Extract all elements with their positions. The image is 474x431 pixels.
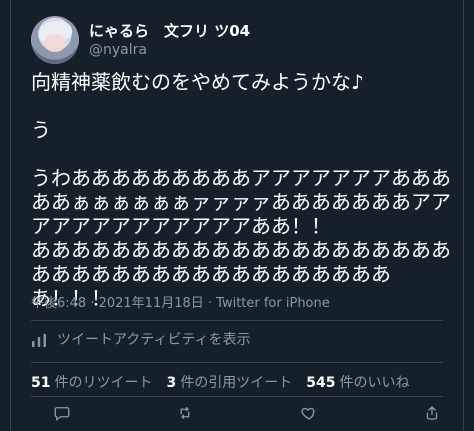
- like-count-number: 545: [306, 375, 336, 391]
- display-name[interactable]: にゃるら 文フリ ツ04: [89, 21, 250, 41]
- user-info: にゃるら 文フリ ツ04 @nyalra: [89, 21, 250, 60]
- quote-count-number: 3: [166, 375, 177, 391]
- retweet-icon: [176, 404, 194, 422]
- tweet-header: にゃるら 文フリ ツ04 @nyalra: [31, 16, 250, 64]
- tweet-actions: [49, 400, 445, 426]
- tweet-card: にゃるら 文フリ ツ04 @nyalra 向精神薬飲むのをやめてみようかな♪ う…: [10, 0, 464, 431]
- heart-icon: [300, 404, 318, 422]
- avatar[interactable]: [31, 16, 79, 64]
- reply-icon: [53, 404, 71, 422]
- tweet-text: 向精神薬飲むのをやめてみようかな♪ う うわあああああああああアアアアアアアああ…: [31, 70, 451, 310]
- divider-bottom: [31, 396, 443, 397]
- retweet-count[interactable]: 51 件のリツイート: [31, 374, 152, 392]
- retweet-count-number: 51: [31, 375, 51, 391]
- like-count-label: 件のいいね: [339, 375, 410, 391]
- retweet-count-label: 件のリツイート: [54, 375, 153, 391]
- like-button[interactable]: [296, 400, 322, 426]
- divider-middle: [31, 362, 443, 363]
- quote-count-label: 件の引用ツイート: [180, 375, 293, 391]
- divider-top: [31, 320, 443, 321]
- share-button[interactable]: [419, 400, 445, 426]
- reply-button[interactable]: [49, 400, 75, 426]
- retweet-button[interactable]: [172, 400, 198, 426]
- tweet-stats: 51 件のリツイート 3 件の引用ツイート 545 件のいいね: [31, 374, 409, 392]
- tweet-activity-label: ツイートアクティビティを表示: [57, 332, 251, 348]
- tweet-activity-link[interactable]: ツイートアクティビティを表示: [31, 330, 251, 350]
- share-icon: [423, 404, 441, 422]
- tweet-meta: 午後6:48 · 2021年11月18日 · Twitter for iPhon…: [31, 296, 330, 311]
- bar-chart-icon: [31, 332, 47, 348]
- like-count[interactable]: 545 件のいいね: [306, 374, 409, 392]
- user-handle[interactable]: @nyalra: [89, 41, 250, 60]
- quote-count[interactable]: 3 件の引用ツイート: [166, 374, 292, 392]
